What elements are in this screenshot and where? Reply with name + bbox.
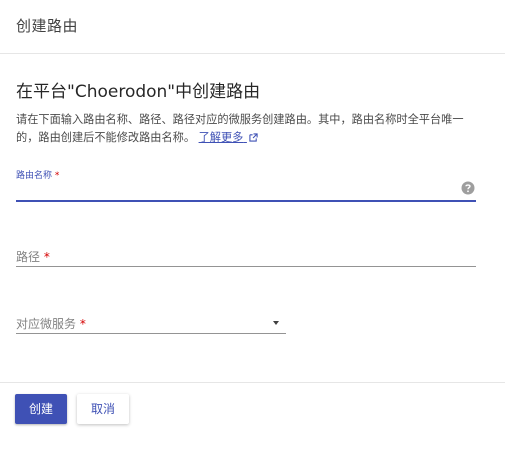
create-route-page: 创建路由 在平台"Choerodon"中创建路由 请在下面输入路由名称、路径、路… [0, 0, 505, 450]
path-underline [16, 266, 476, 267]
required-mark: * [54, 171, 60, 181]
description-text: 请在下面输入路由名称、路径、路径对应的微服务创建路由。其中，路由名称时全平台唯一… [16, 111, 480, 147]
learn-more-label: 了解更多 [198, 131, 244, 144]
header-bar: 创建路由 [0, 0, 505, 54]
service-select[interactable]: 对应微服务 * [16, 307, 286, 334]
external-link-icon [249, 133, 258, 142]
path-label: 路径 * [16, 250, 50, 264]
help-icon[interactable] [461, 181, 475, 195]
route-name-field[interactable]: 路由名称 * [16, 168, 476, 202]
service-label: 对应微服务 * [16, 317, 86, 331]
service-underline [16, 333, 286, 334]
route-name-label: 路由名称 * [16, 171, 60, 181]
learn-more-link[interactable]: 了解更多 [199, 131, 258, 144]
required-mark: * [79, 317, 86, 331]
footer-divider [0, 382, 505, 383]
cancel-button[interactable]: 取消 [77, 394, 129, 424]
page-header-title: 创建路由 [16, 17, 79, 35]
page-title: 在平台"Choerodon"中创建路由 [16, 82, 261, 102]
chevron-down-icon[interactable] [273, 321, 279, 325]
required-mark: * [43, 250, 50, 264]
path-field[interactable]: 路径 * [16, 240, 476, 267]
route-name-underline [16, 200, 476, 202]
create-button[interactable]: 创建 [15, 394, 67, 424]
